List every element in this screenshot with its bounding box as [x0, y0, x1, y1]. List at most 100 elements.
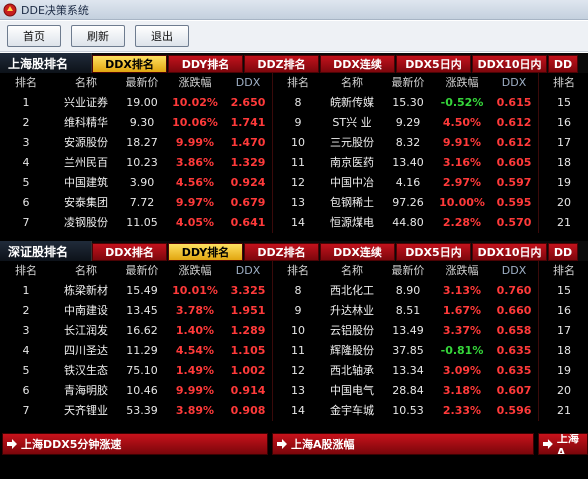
rank-cell: 4	[22, 156, 30, 169]
column-header[interactable]: DDX	[226, 73, 270, 93]
rank-cell: 1	[22, 284, 30, 297]
stock-name-cell: 兴业证券	[64, 96, 108, 109]
table-row[interactable]: 1 栋梁新材 15.49 10.01% 3.325 8 西北化工 8.90 3.13% 0.760…	[0, 281, 588, 301]
column-header[interactable]: 排名	[4, 261, 48, 281]
tab-sz-3[interactable]: DDX连续	[320, 243, 395, 261]
ddx-cell: 0.607	[496, 384, 532, 397]
change-cell: 1.49%	[175, 364, 215, 377]
table-row[interactable]: 7 凌钢股份 11.05 4.05% 0.641 14 恒源煤电 44.80 2.28% 0.57…	[0, 213, 588, 233]
ddx-cell: 0.597	[496, 176, 532, 189]
table-row[interactable]: 5 铁汉生态 75.10 1.49% 1.002 12 西北轴承 13.34 3.09% 0.63…	[0, 361, 588, 381]
column-header[interactable]: 涨跌幅	[432, 73, 492, 93]
stock-name-cell: 辉隆股份	[330, 344, 374, 357]
column-header[interactable]: 最新价	[384, 73, 432, 93]
column-header[interactable]: 涨跌幅	[432, 261, 492, 281]
stock-name-cell: 中国建筑	[64, 176, 108, 189]
ddx-cell: 2.650	[230, 96, 266, 109]
tab-sz-6[interactable]: DD	[548, 243, 578, 261]
table-row[interactable]: 6 安泰集团 7.72 9.97% 0.679 13 包钢稀土 97.26 10.00% 0.59…	[0, 193, 588, 213]
tab-sh-3[interactable]: DDX连续	[320, 55, 395, 73]
rank-cell: 9	[294, 304, 302, 317]
ddx-cell: 0.908	[230, 404, 266, 417]
sh-a-share-gain-label: 上海A股涨幅	[291, 438, 355, 451]
toolbar: 首页 刷新 退出	[0, 21, 588, 52]
rank-cell: 18	[557, 344, 571, 357]
table-row[interactable]: 6 青海明胶 10.46 9.99% 0.914 13 中国电气 28.84 3.18% 0.60…	[0, 381, 588, 401]
price-cell: 13.49	[392, 324, 424, 337]
change-cell: 1.67%	[442, 304, 482, 317]
column-header[interactable]: 排名	[276, 73, 320, 93]
column-header[interactable]: 排名	[4, 73, 48, 93]
change-cell: 1.40%	[175, 324, 215, 337]
refresh-button[interactable]: 刷新	[71, 25, 125, 47]
stock-name-cell: 长江润发	[64, 324, 108, 337]
price-cell: 3.90	[129, 176, 155, 189]
sh-a-panel-label: 上海A	[556, 433, 579, 455]
ddx-cell: 0.658	[496, 324, 532, 337]
rank-cell: 2	[22, 116, 30, 129]
rank-cell: 15	[557, 96, 571, 109]
tab-sh-5[interactable]: DDX10日内	[472, 55, 547, 73]
price-cell: 4.16	[395, 176, 421, 189]
tab-sz-0[interactable]: DDX排名	[92, 243, 167, 261]
exit-button[interactable]: 退出	[135, 25, 189, 47]
column-header[interactable]: 名称	[50, 261, 122, 281]
stock-name-cell: 恒源煤电	[330, 216, 374, 229]
column-header[interactable]: 排名	[540, 73, 588, 93]
tab-sh-1[interactable]: DDY排名	[168, 55, 243, 73]
column-header[interactable]: DDX	[492, 261, 536, 281]
sh-ddx5-speed-panel[interactable]: 上海DDX5分钟涨速	[2, 433, 268, 455]
home-button[interactable]: 首页	[7, 25, 61, 47]
stock-name-cell: 维科精华	[64, 116, 108, 129]
price-cell: 13.40	[392, 156, 424, 169]
price-cell: 13.34	[392, 364, 424, 377]
table-row[interactable]: 3 安源股份 18.27 9.99% 1.470 10 三元股份 8.32 9.91% 0.612…	[0, 133, 588, 153]
column-header[interactable]: 最新价	[118, 73, 166, 93]
rank-cell: 10	[291, 136, 305, 149]
ddx-cell: 0.914	[230, 384, 266, 397]
ddx-cell: 1.741	[230, 116, 266, 129]
column-header[interactable]: 最新价	[118, 261, 166, 281]
ddx-cell: 0.615	[496, 96, 532, 109]
column-header[interactable]: 涨跌幅	[166, 261, 224, 281]
sh-a-share-gain-panel[interactable]: 上海A股涨幅	[272, 433, 534, 455]
tab-sh-0[interactable]: DDX排名	[92, 55, 167, 73]
change-cell: 3.18%	[442, 384, 482, 397]
table-row[interactable]: 3 长江润发 16.62 1.40% 1.289 10 云铝股份 13.49 3.37% 0.65…	[0, 321, 588, 341]
tab-sh-2[interactable]: DDZ排名	[244, 55, 319, 73]
price-cell: 97.26	[392, 196, 424, 209]
rank-cell: 12	[291, 364, 305, 377]
shanghai-section-title: 上海股排名	[0, 53, 92, 73]
table-row[interactable]: 7 天齐锂业 53.39 3.89% 0.908 14 金宇车城 10.53 2.33% 0.59…	[0, 401, 588, 421]
tab-sh-6[interactable]: DD	[548, 55, 578, 73]
column-header[interactable]: DDX	[492, 73, 536, 93]
price-cell: 28.84	[392, 384, 424, 397]
column-header[interactable]: 最新价	[384, 261, 432, 281]
stock-name-cell: 西北轴承	[330, 364, 374, 377]
tab-sz-4[interactable]: DDX5日内	[396, 243, 471, 261]
column-header[interactable]: DDX	[226, 261, 270, 281]
price-cell: 9.29	[395, 116, 421, 129]
column-header[interactable]: 名称	[320, 73, 384, 93]
column-header[interactable]: 涨跌幅	[166, 73, 224, 93]
table-row[interactable]: 2 维科精华 9.30 10.06% 1.741 9 ST兴 业 9.29 4.50% 0.612…	[0, 113, 588, 133]
sh-a-panel-partial[interactable]: 上海A	[538, 433, 588, 455]
tab-sz-1[interactable]: DDY排名	[168, 243, 243, 261]
table-row[interactable]: 1 兴业证券 19.00 10.02% 2.650 8 皖新传媒 15.30 -0.52% 0.6…	[0, 93, 588, 113]
column-header[interactable]: 排名	[540, 261, 588, 281]
stock-name-cell: 安泰集团	[64, 196, 108, 209]
price-cell: 7.72	[129, 196, 155, 209]
column-header[interactable]: 名称	[50, 73, 122, 93]
table-row[interactable]: 4 兰州民百 10.23 3.86% 1.329 11 南京医药 13.40 3.16% 0.60…	[0, 153, 588, 173]
column-header[interactable]: 名称	[320, 261, 384, 281]
table-row[interactable]: 5 中国建筑 3.90 4.56% 0.924 12 中国中冶 4.16 2.97% 0.597 1…	[0, 173, 588, 193]
tab-sh-4[interactable]: DDX5日内	[396, 55, 471, 73]
rank-cell: 11	[291, 156, 305, 169]
table-row[interactable]: 4 四川圣达 11.29 4.54% 1.105 11 辉隆股份 37.85 -0.81% 0.6…	[0, 341, 588, 361]
table-row[interactable]: 2 中南建设 13.45 3.78% 1.951 9 升达林业 8.51 1.67% 0.660 1…	[0, 301, 588, 321]
tab-sz-2[interactable]: DDZ排名	[244, 243, 319, 261]
rank-cell: 13	[291, 196, 305, 209]
column-header[interactable]: 排名	[276, 261, 320, 281]
tab-sz-5[interactable]: DDX10日内	[472, 243, 547, 261]
rank-cell: 17	[557, 324, 571, 337]
